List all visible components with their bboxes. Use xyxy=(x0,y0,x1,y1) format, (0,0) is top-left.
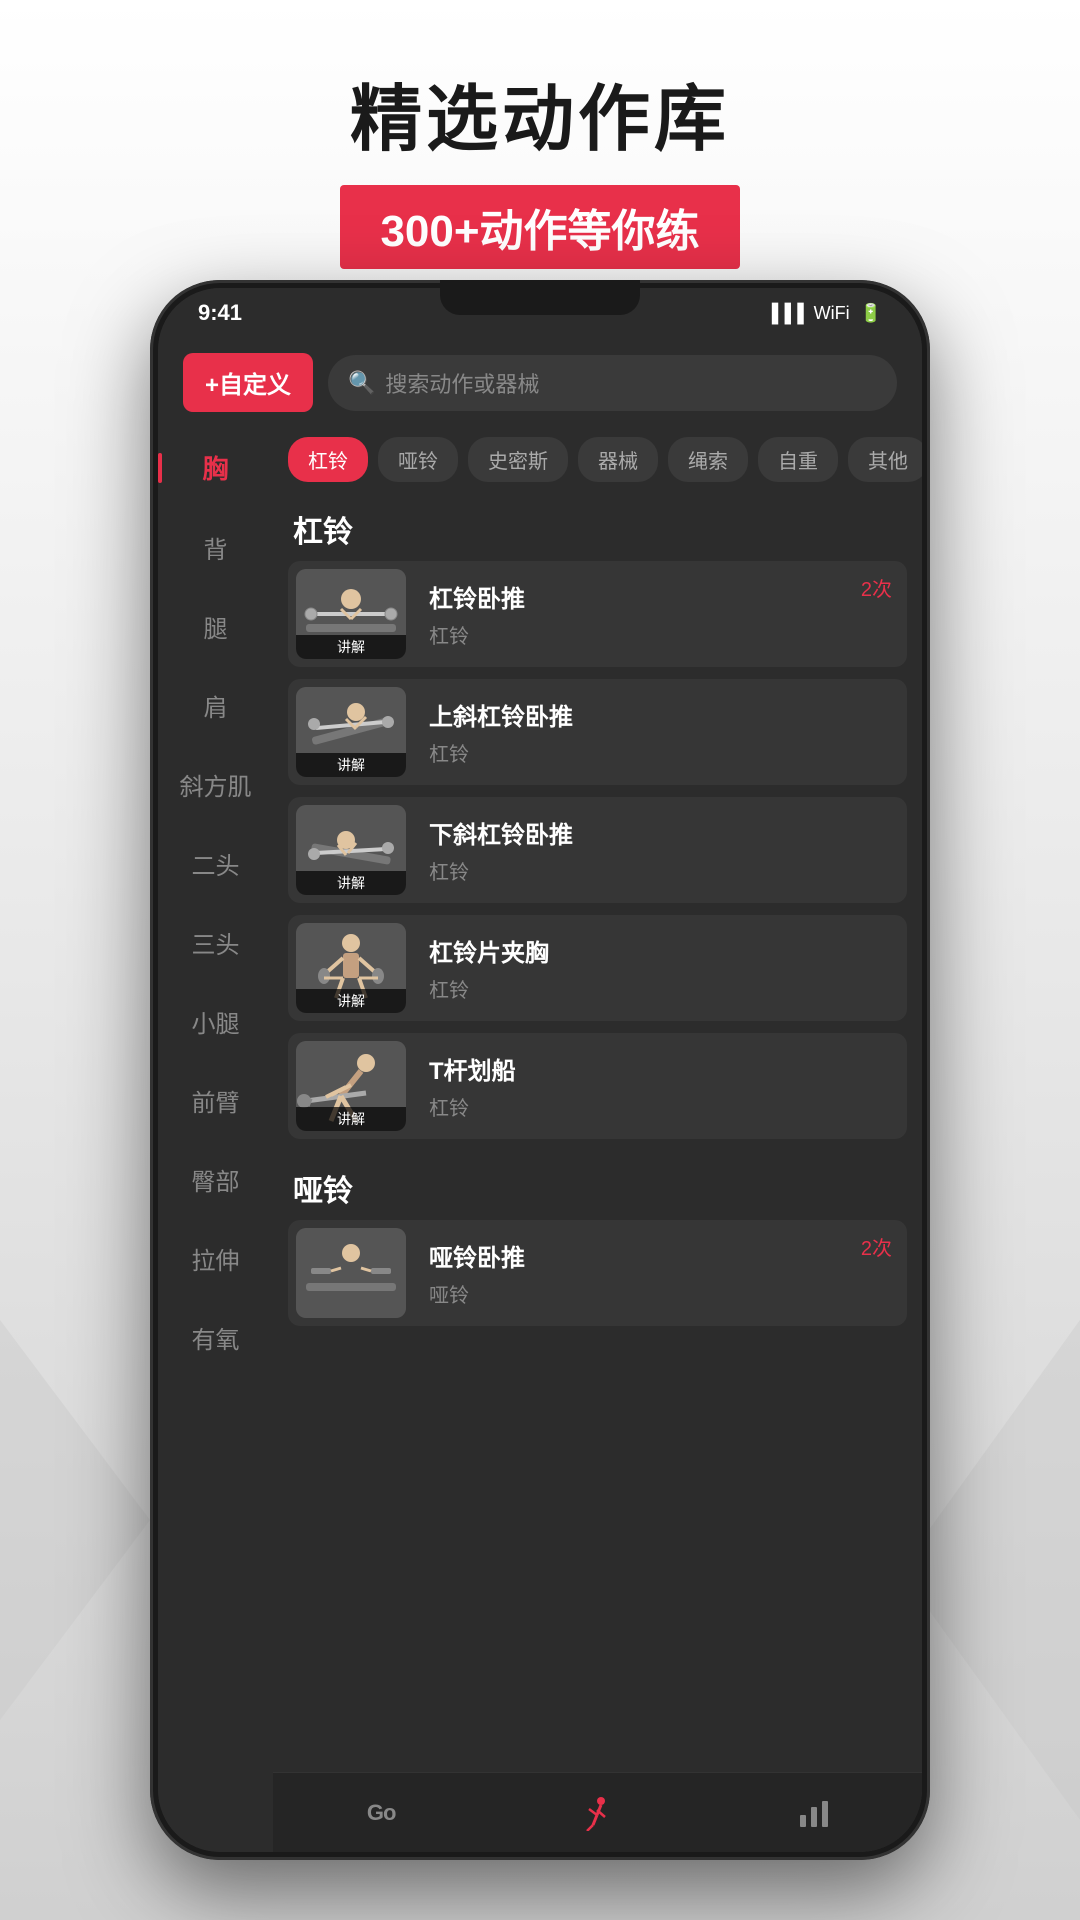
wifi-icon: WiFi xyxy=(814,303,850,324)
filter-barbell[interactable]: 杠铃 xyxy=(288,437,368,482)
phone-frame: 9:41 ▐▐▐ WiFi 🔋 +自定义 🔍 搜索动作或器械 xyxy=(150,280,930,1860)
nav-item-stats[interactable] xyxy=(706,1797,922,1829)
custom-button[interactable]: +自定义 xyxy=(183,353,313,412)
main-content: 胸 背 腿 肩 斜方肌 二头 xyxy=(158,427,922,1852)
sidebar-item-back[interactable]: 背 xyxy=(158,508,273,587)
search-icon: 🔍 xyxy=(348,370,375,396)
exercise-equipment-5: 杠铃 xyxy=(429,1092,892,1121)
exercise-item-dumbbell-press[interactable]: 哑铃卧推 哑铃 2次 xyxy=(288,1220,907,1326)
filter-bodyweight[interactable]: 自重 xyxy=(758,437,838,482)
phone-screen: 9:41 ▐▐▐ WiFi 🔋 +自定义 🔍 搜索动作或器械 xyxy=(158,288,922,1852)
go-icon: Go xyxy=(367,1800,396,1826)
exercise-info-1: 杠铃卧推 杠铃 xyxy=(414,567,907,661)
sidebar-item-legs[interactable]: 腿 xyxy=(158,587,273,666)
exercise-thumb-5: 讲解 xyxy=(296,1041,406,1131)
exercise-item-bench-press[interactable]: 讲解 杠铃卧推 杠铃 2次 xyxy=(288,561,907,667)
exercise-equipment-6: 哑铃 xyxy=(429,1279,892,1308)
bottom-nav: Go xyxy=(273,1772,922,1852)
sidebar-item-cardio[interactable]: 有氧 xyxy=(158,1298,273,1377)
exercise-name-1: 杠铃卧推 xyxy=(429,579,892,614)
top-bar: +自定义 🔍 搜索动作或器械 xyxy=(158,338,922,427)
run-icon xyxy=(579,1795,615,1831)
sidebar-item-trapezius[interactable]: 斜方肌 xyxy=(158,745,273,824)
exercise-info-4: 杠铃片夹胸 杠铃 xyxy=(414,921,907,1015)
exercise-item-t-bar-row[interactable]: 讲解 T杆划船 杠铃 xyxy=(288,1033,907,1139)
page-header: 精选动作库 300+动作等你练 xyxy=(0,60,1080,269)
nav-item-exercise[interactable] xyxy=(489,1795,705,1831)
exercise-equipment-2: 杠铃 xyxy=(429,738,892,767)
tutorial-label-3: 讲解 xyxy=(296,871,406,895)
phone-notch xyxy=(440,280,640,315)
exercise-thumb-2: 讲解 xyxy=(296,687,406,777)
exercise-count-6: 2次 xyxy=(861,1232,892,1261)
exercise-item-plate-squeeze[interactable]: 讲解 杠铃片夹胸 杠铃 xyxy=(288,915,907,1021)
section-title-dumbbell: 哑铃 xyxy=(288,1151,907,1220)
page-subtitle: 300+动作等你练 xyxy=(340,185,739,269)
exercise-thumb-4: 讲解 xyxy=(296,923,406,1013)
exercise-thumb-1: 讲解 xyxy=(296,569,406,659)
exercise-equipment-4: 杠铃 xyxy=(429,974,892,1003)
filter-other[interactable]: 其他 xyxy=(848,437,922,482)
filter-cable[interactable]: 绳索 xyxy=(668,437,748,482)
tutorial-label-2: 讲解 xyxy=(296,753,406,777)
sidebar-item-shoulder[interactable]: 肩 xyxy=(158,666,273,745)
exercise-name-5: T杆划船 xyxy=(429,1051,892,1086)
exercise-list: 杠铃 xyxy=(273,492,922,1772)
sidebar: 胸 背 腿 肩 斜方肌 二头 xyxy=(158,427,273,1852)
exercise-name-3: 下斜杠铃卧推 xyxy=(429,815,892,850)
sidebar-item-bicep[interactable]: 二头 xyxy=(158,824,273,903)
chart-icon xyxy=(798,1797,830,1829)
search-bar[interactable]: 🔍 搜索动作或器械 xyxy=(328,355,897,411)
status-time: 9:41 xyxy=(198,300,242,326)
exercise-name-6: 哑铃卧推 xyxy=(429,1238,892,1273)
sidebar-item-stretch[interactable]: 拉伸 xyxy=(158,1219,273,1298)
exercise-info-2: 上斜杠铃卧推 杠铃 xyxy=(414,685,907,779)
sidebar-item-glutes[interactable]: 臀部 xyxy=(158,1140,273,1219)
exercise-thumb-6 xyxy=(296,1228,406,1318)
filter-chips: 杠铃 哑铃 史密斯 器械 绳索 自重 其他 xyxy=(273,427,922,492)
deco-left xyxy=(0,1320,150,1720)
status-icons: ▐▐▐ WiFi 🔋 xyxy=(765,303,882,324)
tutorial-label-5: 讲解 xyxy=(296,1107,406,1131)
exercise-info-3: 下斜杠铃卧推 杠铃 xyxy=(414,803,907,897)
exercise-equipment-1: 杠铃 xyxy=(429,620,892,649)
filter-smith[interactable]: 史密斯 xyxy=(468,437,568,482)
sidebar-item-chest[interactable]: 胸 xyxy=(158,427,273,508)
screen-content: 9:41 ▐▐▐ WiFi 🔋 +自定义 🔍 搜索动作或器械 xyxy=(158,288,922,1852)
tutorial-label-4: 讲解 xyxy=(296,989,406,1013)
sidebar-item-calves[interactable]: 小腿 xyxy=(158,982,273,1061)
nav-item-go[interactable]: Go xyxy=(273,1800,489,1826)
exercise-equipment-3: 杠铃 xyxy=(429,856,892,885)
sidebar-item-tricep[interactable]: 三头 xyxy=(158,903,273,982)
signal-icon: ▐▐▐ xyxy=(765,303,803,324)
exercise-info-6: 哑铃卧推 哑铃 xyxy=(414,1226,907,1320)
exercise-name-2: 上斜杠铃卧推 xyxy=(429,697,892,732)
exercise-item-decline-press[interactable]: 讲解 下斜杠铃卧推 杠铃 xyxy=(288,797,907,903)
exercise-thumb-3: 讲解 xyxy=(296,805,406,895)
right-panel: 杠铃 哑铃 史密斯 器械 绳索 自重 其他 杠铃 xyxy=(273,427,922,1852)
exercise-count-1: 2次 xyxy=(861,573,892,602)
battery-icon: 🔋 xyxy=(860,303,882,324)
filter-dumbbell[interactable]: 哑铃 xyxy=(378,437,458,482)
sidebar-item-forearm[interactable]: 前臂 xyxy=(158,1061,273,1140)
filter-machine[interactable]: 器械 xyxy=(578,437,658,482)
page-title: 精选动作库 xyxy=(0,60,1080,165)
exercise-name-4: 杠铃片夹胸 xyxy=(429,933,892,968)
tutorial-label-1: 讲解 xyxy=(296,635,406,659)
exercise-item-incline-press[interactable]: 讲解 上斜杠铃卧推 杠铃 xyxy=(288,679,907,785)
section-title-barbell: 杠铃 xyxy=(288,492,907,561)
exercise-info-5: T杆划船 杠铃 xyxy=(414,1039,907,1133)
search-placeholder: 搜索动作或器械 xyxy=(385,367,539,399)
